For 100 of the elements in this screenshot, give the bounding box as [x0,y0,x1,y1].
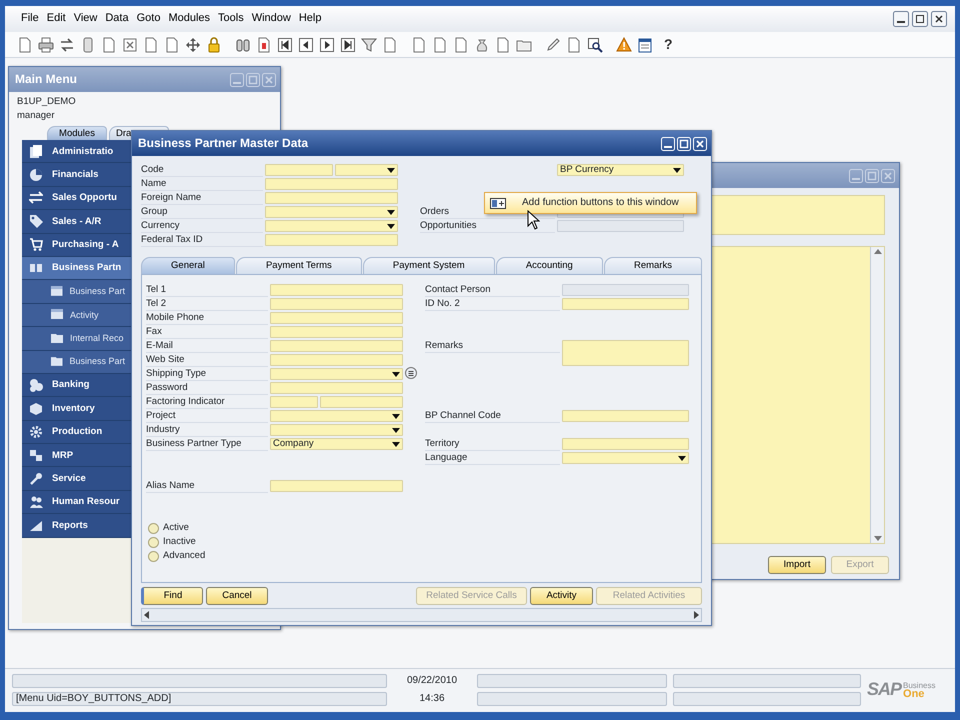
search-icon[interactable] [587,36,603,52]
tab[interactable]: General [141,257,235,274]
menu-item[interactable]: Service [22,467,131,491]
dropdown-field[interactable] [562,452,689,464]
menu-item[interactable]: File [17,12,43,26]
pencil-icon[interactable] [545,36,561,52]
menu-item[interactable]: Modules [164,12,214,26]
lock-icon[interactable] [206,36,222,52]
input-field[interactable] [270,480,403,492]
page-icon[interactable] [495,36,511,52]
page-icon[interactable] [411,36,427,52]
page-icon[interactable] [17,36,33,52]
input-field[interactable] [320,396,403,408]
funnel-icon[interactable] [361,36,377,52]
menu-item[interactable]: View [70,12,102,26]
menu-item[interactable]: Help [294,12,326,26]
help-icon[interactable]: ? [664,36,673,53]
maximize-icon[interactable] [912,11,928,27]
input-field[interactable] [265,178,398,190]
menu-item[interactable]: Human Resour [22,490,131,514]
money-bag-icon[interactable] [474,36,490,52]
menu-item[interactable]: Administratio [22,140,131,164]
menu-item[interactable]: Business Part [22,280,131,304]
menu-item[interactable]: Activity [22,304,131,328]
page-icon[interactable] [453,36,469,52]
menu-item[interactable]: Business Part [22,350,131,374]
dropdown-field[interactable]: Company [270,438,403,450]
menu-item[interactable]: Purchasing - A [22,234,131,257]
page-icon[interactable] [101,36,117,52]
menu-item[interactable]: Internal Reco [22,327,131,351]
cross-page-icon[interactable] [122,36,138,52]
down-arrow-icon[interactable] [874,536,882,541]
page-icon[interactable] [432,36,448,52]
first-record-icon[interactable] [277,36,293,52]
warning-icon[interactable] [616,36,632,52]
page-icon[interactable] [143,36,159,52]
page-icon[interactable] [256,36,272,52]
radio-button[interactable] [148,536,159,548]
close-icon[interactable] [931,11,947,27]
menu-item[interactable]: Inventory [22,397,131,421]
scrollbar[interactable] [141,608,702,622]
right-arrow-icon[interactable] [694,611,699,619]
menu-item[interactable]: MRP [22,444,131,468]
input-field[interactable] [270,312,403,324]
scrollbar[interactable] [870,247,884,543]
button[interactable]: Activity [530,587,593,605]
radio-button[interactable] [148,550,159,562]
button[interactable]: Cancel [206,587,268,605]
input-field[interactable] [265,192,398,204]
input-field[interactable] [270,396,318,408]
swap-arrows-icon[interactable] [59,36,75,52]
dropdown-field[interactable] [270,410,403,422]
menu-item[interactable]: Financials [22,163,131,187]
radio-button[interactable] [148,522,159,534]
input-field[interactable] [265,164,333,176]
tab[interactable]: Modules [47,126,107,140]
dropdown-field[interactable]: BP Currency [557,164,684,176]
left-arrow-icon[interactable] [144,611,149,619]
tab[interactable]: Payment System [362,257,495,274]
menu-item[interactable]: Sales Opportu [22,186,131,210]
input-field[interactable] [557,220,684,232]
input-field[interactable] [562,438,689,450]
tab[interactable]: Accounting [496,257,603,274]
button[interactable]: Import [768,556,826,574]
button[interactable]: Find [141,587,203,605]
dropdown-field[interactable] [335,164,398,176]
input-field[interactable] [562,284,689,296]
binoculars-icon[interactable] [235,36,251,52]
input-field[interactable] [562,410,689,422]
menu-item[interactable]: Business Partn [22,256,131,280]
list-button-icon[interactable] [405,367,417,379]
input-field[interactable] [270,340,403,352]
tab[interactable]: Remarks [604,257,702,274]
calendar-icon[interactable] [637,36,653,52]
dropdown-field[interactable] [270,424,403,436]
last-record-icon[interactable] [340,36,356,52]
previous-record-icon[interactable] [298,36,314,52]
page-icon[interactable] [566,36,582,52]
menu-item[interactable]: Sales - A/R [22,210,131,234]
next-record-icon[interactable] [319,36,335,52]
menu-item[interactable]: Reports [22,514,131,538]
menu-item[interactable]: Banking [22,374,131,398]
tab[interactable]: Payment Terms [236,257,362,274]
page-icon[interactable] [382,36,398,52]
menu-item[interactable]: Goto [132,12,164,26]
input-field[interactable] [270,354,403,366]
menu-item[interactable]: Edit [42,12,70,26]
minimize-icon[interactable] [893,11,909,27]
four-arrows-icon[interactable] [185,36,201,52]
menu-item[interactable]: Production [22,420,131,444]
printer-icon[interactable] [38,36,54,52]
menu-item[interactable]: Tools [214,12,248,26]
menu-item[interactable]: Window [248,12,295,26]
input-field[interactable] [562,298,689,310]
input-field[interactable] [270,326,403,338]
dropdown-field[interactable] [270,368,403,380]
dropdown-field[interactable] [265,206,398,218]
page-icon[interactable] [164,36,180,52]
dropdown-field[interactable] [265,220,398,232]
input-field[interactable] [270,284,403,296]
